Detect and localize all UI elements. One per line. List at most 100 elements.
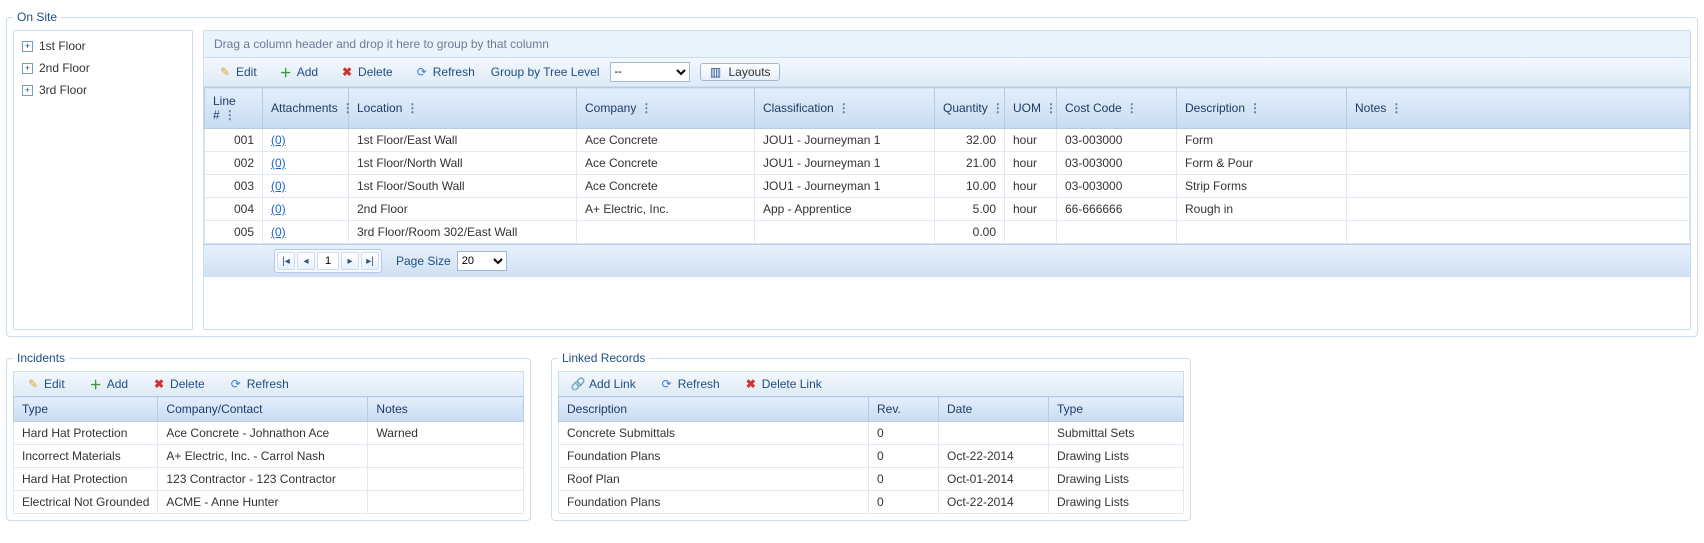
col-uom[interactable]: UOM⋮	[1005, 88, 1057, 129]
attachments-link[interactable]: (0)	[271, 133, 286, 147]
expand-icon[interactable]: +	[22, 41, 33, 52]
table-row[interactable]: 004(0)2nd FloorA+ Electric, Inc.App - Ap…	[205, 198, 1690, 221]
col-date[interactable]: Date	[939, 397, 1049, 422]
cell-type: Drawing Lists	[1049, 445, 1184, 468]
onsite-toolbar: ✎Edit ＋Add ✖Delete ⟳Refresh Group by Tre…	[204, 58, 1690, 87]
col-attachments[interactable]: Attachments⋮	[263, 88, 349, 129]
edit-button[interactable]: ✎Edit	[20, 375, 71, 393]
tree-item[interactable]: +2nd Floor	[14, 57, 192, 79]
cell-contact: Ace Concrete - Johnathon Ace	[158, 422, 368, 445]
pager-first[interactable]: |◂	[277, 252, 295, 270]
group-by-drop-area[interactable]: Drag a column header and drop it here to…	[204, 31, 1690, 58]
refresh-icon: ⟳	[229, 377, 243, 391]
cell-type: Drawing Lists	[1049, 468, 1184, 491]
col-desc[interactable]: Description	[559, 397, 869, 422]
expand-icon[interactable]: +	[22, 63, 33, 74]
attachments-link[interactable]: (0)	[271, 202, 286, 216]
cell-rev: 0	[869, 491, 939, 514]
pager-page-input[interactable]	[317, 252, 339, 270]
group-by-select[interactable]: --	[610, 62, 690, 82]
cell-notes	[368, 445, 524, 468]
column-menu-icon[interactable]: ⋮	[838, 101, 850, 115]
edit-button[interactable]: ✎Edit	[212, 63, 263, 81]
pager-prev[interactable]: ◂	[297, 252, 315, 270]
table-row[interactable]: Electrical Not GroundedACME - Anne Hunte…	[14, 491, 524, 514]
col-classification[interactable]: Classification⋮	[755, 88, 935, 129]
table-row[interactable]: Foundation Plans0Oct-22-2014Drawing List…	[559, 445, 1184, 468]
pager-last[interactable]: ▸|	[361, 252, 379, 270]
layouts-button[interactable]: ▥Layouts	[700, 63, 780, 81]
col-costcode[interactable]: Cost Code⋮	[1057, 88, 1177, 129]
col-notes[interactable]: Notes⋮	[1347, 88, 1690, 129]
add-button[interactable]: ＋Add	[273, 63, 324, 81]
table-row[interactable]: Hard Hat Protection123 Contractor - 123 …	[14, 468, 524, 491]
column-menu-icon[interactable]: ⋮	[1126, 101, 1138, 115]
onsite-grid: Line #⋮ Attachments⋮ Location⋮ Company⋮ …	[204, 87, 1690, 244]
onsite-grid-panel: Drag a column header and drop it here to…	[203, 30, 1691, 330]
delete-button[interactable]: ✖Delete	[334, 63, 399, 81]
tree-item[interactable]: +1st Floor	[14, 35, 192, 57]
col-line[interactable]: Line #⋮	[205, 88, 263, 129]
column-menu-icon[interactable]: ⋮	[406, 101, 418, 115]
col-description[interactable]: Description⋮	[1177, 88, 1347, 129]
cell-line: 003	[205, 175, 263, 198]
tree[interactable]: +1st Floor +2nd Floor +3rd Floor	[13, 30, 193, 330]
add-button[interactable]: ＋Add	[83, 375, 134, 393]
cell-line: 005	[205, 221, 263, 244]
cell-classification	[755, 221, 935, 244]
incidents-fieldset: Incidents ✎Edit ＋Add ✖Delete ⟳Refresh Ty…	[6, 351, 531, 521]
attachments-link[interactable]: (0)	[271, 156, 286, 170]
attachments-link[interactable]: (0)	[271, 225, 286, 239]
col-type[interactable]: Type	[1049, 397, 1184, 422]
cell-location: 1st Floor/East Wall	[349, 129, 577, 152]
add-link-button[interactable]: 🔗Add Link	[565, 375, 642, 393]
layout-icon: ▥	[709, 65, 723, 79]
table-row[interactable]: Foundation Plans0Oct-22-2014Drawing List…	[559, 491, 1184, 514]
column-menu-icon[interactable]: ⋮	[1390, 101, 1402, 115]
refresh-button[interactable]: ⟳Refresh	[654, 375, 726, 393]
table-row[interactable]: 001(0)1st Floor/East WallAce ConcreteJOU…	[205, 129, 1690, 152]
pager-next[interactable]: ▸	[341, 252, 359, 270]
plus-icon: ＋	[279, 65, 293, 79]
cell-notes	[1347, 198, 1690, 221]
delete-link-button[interactable]: ✖Delete Link	[738, 375, 828, 393]
col-quantity[interactable]: Quantity⋮	[935, 88, 1005, 129]
col-rev[interactable]: Rev.	[869, 397, 939, 422]
table-row[interactable]: Hard Hat ProtectionAce Concrete - Johnat…	[14, 422, 524, 445]
page-size-select[interactable]: 20	[457, 251, 507, 271]
table-row[interactable]: 002(0)1st Floor/North WallAce ConcreteJO…	[205, 152, 1690, 175]
table-row[interactable]: 005(0)3rd Floor/Room 302/East Wall0.00	[205, 221, 1690, 244]
table-row[interactable]: Roof Plan0Oct-01-2014Drawing Lists	[559, 468, 1184, 491]
attachments-link[interactable]: (0)	[271, 179, 286, 193]
link-icon: 🔗	[571, 377, 585, 391]
column-menu-icon[interactable]: ⋮	[1249, 101, 1261, 115]
cell-attachments: (0)	[263, 198, 349, 221]
col-notes[interactable]: Notes	[368, 397, 524, 422]
expand-icon[interactable]: +	[22, 85, 33, 96]
column-menu-icon[interactable]: ⋮	[640, 101, 652, 115]
col-contact[interactable]: Company/Contact	[158, 397, 368, 422]
onsite-fieldset: On Site +1st Floor +2nd Floor +3rd Floor…	[6, 10, 1698, 337]
col-company[interactable]: Company⋮	[577, 88, 755, 129]
table-row[interactable]: Incorrect MaterialsA+ Electric, Inc. - C…	[14, 445, 524, 468]
incidents-toolbar: ✎Edit ＋Add ✖Delete ⟳Refresh	[13, 371, 524, 396]
cell-quantity: 32.00	[935, 129, 1005, 152]
column-menu-icon[interactable]: ⋮	[1045, 101, 1057, 115]
pencil-icon: ✎	[218, 65, 232, 79]
refresh-button[interactable]: ⟳Refresh	[409, 63, 481, 81]
cell-line: 002	[205, 152, 263, 175]
table-row[interactable]: Concrete Submittals0Submittal Sets	[559, 422, 1184, 445]
delete-button[interactable]: ✖Delete	[146, 375, 211, 393]
col-location[interactable]: Location⋮	[349, 88, 577, 129]
cell-company: Ace Concrete	[577, 175, 755, 198]
cell-classification: App - Apprentice	[755, 198, 935, 221]
tree-item[interactable]: +3rd Floor	[14, 79, 192, 101]
column-menu-icon[interactable]: ⋮	[992, 101, 1004, 115]
refresh-button[interactable]: ⟳Refresh	[223, 375, 295, 393]
cell-company	[577, 221, 755, 244]
cell-attachments: (0)	[263, 221, 349, 244]
cell-date: Oct-01-2014	[939, 468, 1049, 491]
column-menu-icon[interactable]: ⋮	[224, 108, 236, 122]
col-type[interactable]: Type	[14, 397, 158, 422]
table-row[interactable]: 003(0)1st Floor/South WallAce ConcreteJO…	[205, 175, 1690, 198]
